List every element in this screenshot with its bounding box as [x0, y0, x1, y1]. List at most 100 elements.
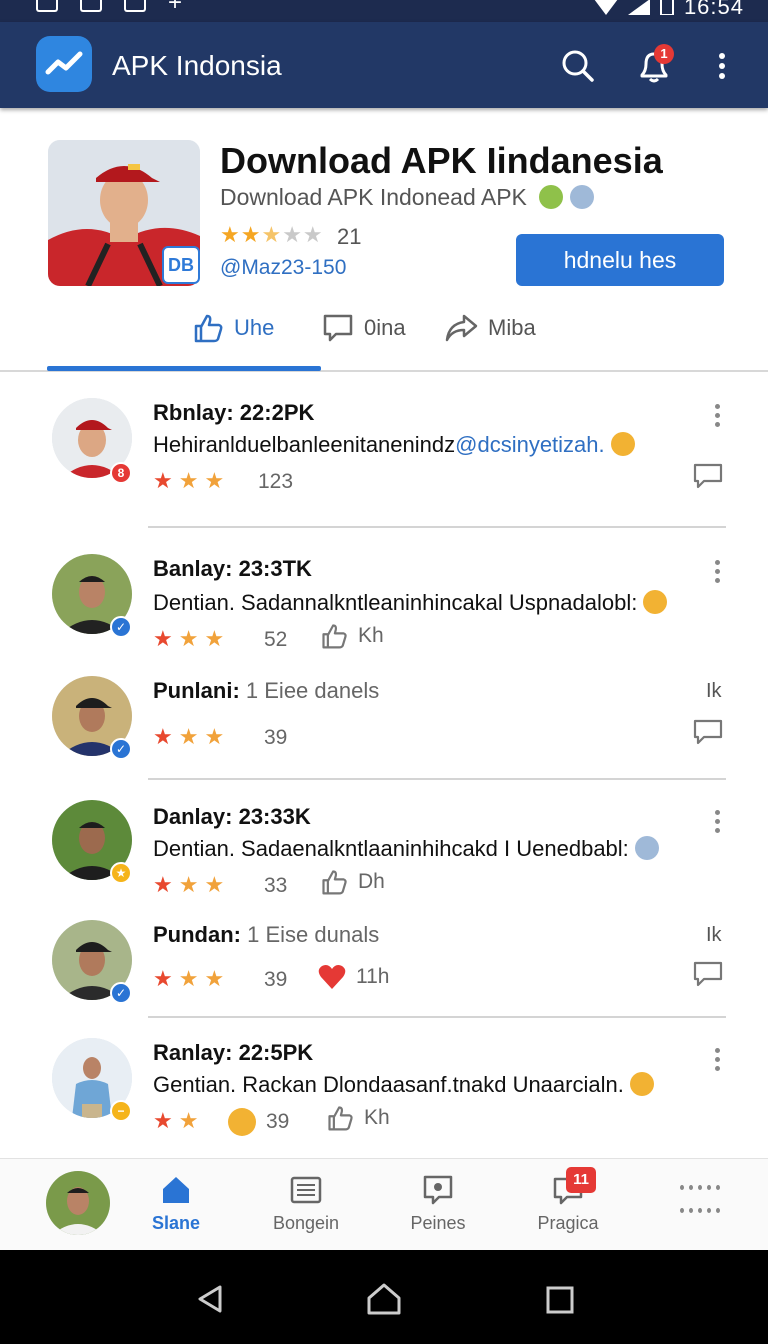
notification-icon [36, 0, 58, 12]
divider [148, 1016, 726, 1018]
more-vertical-icon[interactable] [710, 810, 724, 834]
tab-comment[interactable]: 0ina [322, 310, 406, 346]
emoji-icon [634, 836, 659, 860]
tab-like[interactable]: Uhe [192, 310, 274, 346]
profile-avatar[interactable] [46, 1171, 110, 1235]
nav-chat[interactable]: Pragica 11 [508, 1167, 628, 1234]
review-feed[interactable]: 8 Rbnlay: 22:2PK Hehiranlduelbanleenitan… [0, 374, 768, 1158]
nav-home-label: Slane [151, 1213, 201, 1233]
install-button[interactable]: hdnelu hes [516, 234, 724, 286]
review-author-name: Pundan: [153, 922, 241, 947]
heart-label: 11h [356, 965, 390, 988]
review-author-name: Punlani: [153, 678, 240, 703]
review-text-body: Hehiranlduelbanleenitanenindz [153, 432, 456, 457]
trending-logo-icon[interactable] [36, 36, 92, 92]
comment-icon [323, 314, 353, 342]
recents-icon[interactable] [546, 1286, 574, 1314]
like-label: Kh [364, 1106, 390, 1129]
like-label: Dh [358, 870, 385, 893]
verified-badge-icon: ✓ [110, 738, 132, 760]
plus-icon: + [168, 0, 183, 16]
comment-icon[interactable] [692, 718, 724, 746]
bottom-nav: Slane Bongein Peines Pragica 11 [0, 1158, 768, 1250]
review-count: 33 [264, 874, 288, 897]
review-stars: ★★ [153, 1108, 205, 1133]
more-horizontal-icon[interactable] [680, 1185, 720, 1231]
review-text: Dentian. Sadannalkntleaninhincakal Uspna… [153, 590, 668, 616]
emoji-icon [228, 1108, 256, 1136]
divider [148, 526, 726, 528]
home-circle-icon[interactable] [366, 1282, 402, 1316]
heart-icon [318, 965, 346, 989]
star-badge-icon: ★ [110, 862, 132, 884]
tab-indicator [47, 366, 321, 371]
nav-photos[interactable]: Peines [378, 1173, 498, 1234]
review-text-body: Gentian. Rackan Dlondaasanf.tnakd Unaarc… [153, 1072, 624, 1097]
review-stars: ★★★ [153, 626, 231, 651]
status-bar: + 16:54 [0, 0, 768, 22]
hero-subtitle-text: Download APK Indonead APK [220, 184, 527, 210]
thumbs-up-icon [194, 314, 223, 343]
comment-icon[interactable] [692, 462, 724, 490]
tab-share-label: Miba [488, 315, 536, 340]
app-bar: APK Indonsia 1 [0, 22, 768, 108]
review-text-body: Dentian. Sadaenalkntlaaninhihcakd I Uene… [153, 836, 629, 861]
back-icon[interactable] [196, 1284, 224, 1314]
review-author: Ranlay: 22:5PK [153, 1040, 314, 1065]
heart-button[interactable]: 11h [318, 964, 389, 990]
like-button[interactable]: Kh [320, 622, 384, 650]
emoji-icon [539, 185, 564, 209]
divider [148, 778, 726, 780]
app-notification-icon [80, 0, 102, 12]
notification-bell-icon[interactable]: 1 [634, 44, 674, 86]
thumbs-up-icon [322, 870, 347, 895]
nav-chat-label: Pragica [537, 1213, 599, 1233]
nav-photos-label: Peines [410, 1213, 466, 1233]
emoji-icon [629, 1072, 654, 1096]
review-author: Rbnlay: 22:2PK [153, 400, 315, 425]
app-title: APK Indonsia [112, 50, 282, 81]
search-icon[interactable] [558, 46, 598, 86]
review-stars: ★★★ [153, 872, 231, 897]
review-author: Punlani: 1 Eiee danels [153, 678, 379, 704]
more-vertical-icon[interactable] [710, 1048, 724, 1072]
hero-db-badge: DB [162, 246, 200, 284]
photo-icon [423, 1175, 453, 1205]
emoji-icon [610, 432, 635, 456]
review-text: Hehiranlduelbanleenitanenindz@dcsinyetiz… [153, 432, 635, 458]
hero-handle[interactable]: @Maz23-150 [220, 256, 346, 280]
like-button[interactable]: Dh [320, 868, 385, 896]
notification-count-badge: 1 [654, 44, 674, 64]
nav-home[interactable]: Slane [116, 1173, 236, 1234]
nav-news[interactable]: Bongein [246, 1173, 366, 1234]
tab-share[interactable]: Miba [444, 310, 536, 346]
tab-like-label: Uhe [234, 315, 275, 340]
review-stars: ★★★ [153, 966, 231, 991]
review-text: Gentian. Rackan Dlondaasanf.tnakd Unaarc… [153, 1072, 654, 1098]
more-vertical-icon[interactable] [710, 404, 724, 428]
review-author: Pundan: 1 Eise dunals [153, 922, 379, 948]
tab-comment-label: 0ina [364, 315, 406, 340]
like-label: Kh [358, 624, 384, 647]
like-button[interactable]: Kh [326, 1104, 390, 1132]
sim-icon [124, 0, 146, 12]
share-icon [445, 314, 478, 342]
review-count: 39 [266, 1110, 290, 1133]
review-stars: ★★★ [153, 724, 231, 749]
hero-title: Download APK Iindanesia [220, 140, 663, 181]
review-text: Dentian. Sadaenalkntlaaninhihcakd I Uene… [153, 836, 659, 862]
nav-chat-badge: 11 [566, 1167, 596, 1193]
more-vertical-icon[interactable] [710, 560, 724, 584]
review-count: 123 [258, 470, 294, 493]
more-vertical-icon[interactable] [712, 46, 752, 86]
review-mention[interactable]: @dcsinyetizah. [455, 432, 605, 457]
review-stars: ★★★ [153, 468, 231, 493]
review-count: 39 [264, 968, 288, 991]
status-icons-right: 16:54 [594, 0, 744, 20]
review-count: 52 [264, 628, 288, 651]
newspaper-icon [290, 1176, 322, 1204]
review-count: 39 [264, 726, 288, 749]
thumbs-up-icon [328, 1106, 353, 1131]
review-text-body: Dentian. Sadannalkntleaninhincakal Uspna… [153, 590, 638, 615]
comment-icon[interactable] [692, 960, 724, 988]
